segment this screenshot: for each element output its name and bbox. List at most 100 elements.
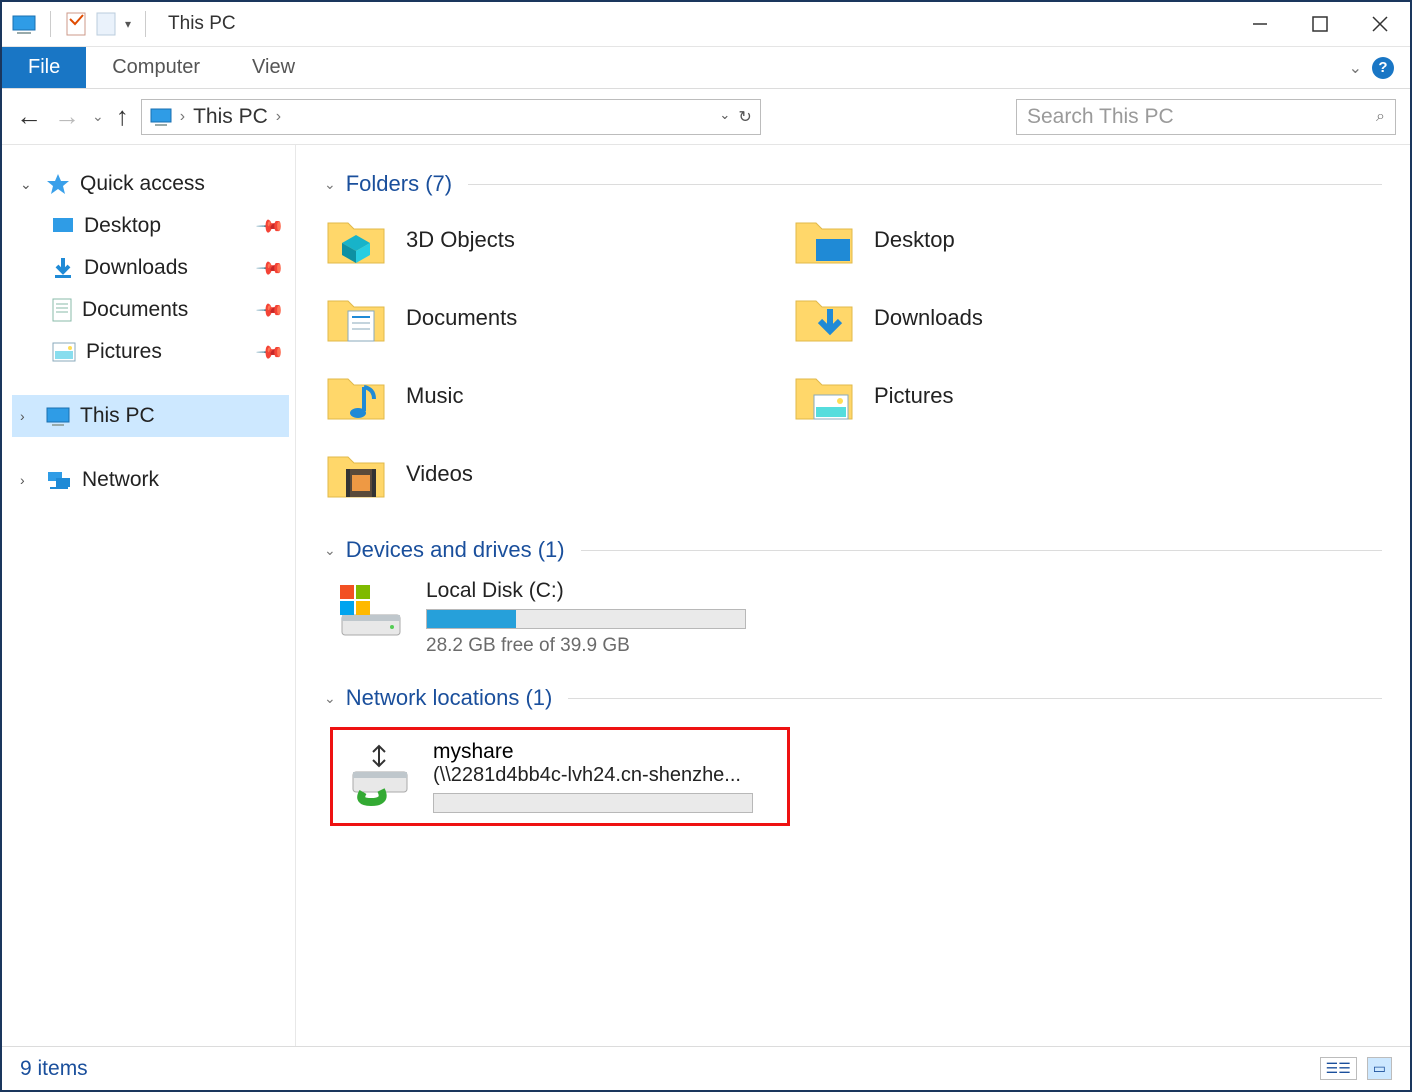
back-button[interactable]: ← [16,101,42,132]
drive-free-text: 28.2 GB free of 39.9 GB [426,635,746,657]
star-icon [46,173,70,195]
tree-downloads[interactable]: Downloads 📌 [12,247,289,289]
network-share-highlighted[interactable]: myshare (\\2281d4bb4c-lvh24.cn-shenzhe..… [330,727,790,826]
network-drive-icon [343,740,415,812]
chevron-down-icon: ⌄ [324,176,336,193]
ribbon-tab-view[interactable]: View [226,47,321,88]
folder-music[interactable]: Music [324,369,764,423]
ribbon-file-tab[interactable]: File [2,47,86,88]
nav-bar: ← → ⌄ ↑ › This PC › ⌄ ↻ ⌕ [2,89,1410,145]
tree-label: Quick access [80,172,205,196]
minimize-button[interactable] [1230,2,1290,47]
app-icon [12,13,36,35]
search-box[interactable]: ⌕ [1016,99,1396,135]
section-title: Devices and drives (1) [346,537,565,563]
tree-documents[interactable]: Documents 📌 [12,289,289,331]
folder-downloads[interactable]: Downloads [792,291,1232,345]
folder-icon [324,291,388,345]
folder-icon [324,369,388,423]
folder-pictures[interactable]: Pictures [792,369,1232,423]
tree-label: Downloads [84,256,188,280]
chevron-right-icon: › [180,108,185,126]
pin-icon: 📌 [254,295,285,326]
tree-label: This PC [80,404,155,428]
qat-newfolder-icon[interactable] [95,11,117,37]
large-icons-view-button[interactable]: ▭ [1367,1057,1392,1080]
chevron-right-icon: › [276,108,281,126]
chevron-down-icon: ⌄ [20,176,36,193]
chevron-right-icon: › [20,472,36,488]
folder-desktop[interactable]: Desktop [792,213,1232,267]
ribbon-tab-computer[interactable]: Computer [86,47,226,88]
search-input[interactable] [1027,105,1376,129]
tree-label: Documents [82,298,188,322]
drive-local-c[interactable]: Local Disk (C:) 28.2 GB free of 39.9 GB [334,579,1382,657]
chevron-right-icon: › [20,408,36,424]
folder-label: Videos [406,461,473,487]
title-bar: ▾ This PC [2,2,1410,47]
folder-label: Documents [406,305,517,331]
pin-icon: 📌 [254,337,285,368]
pin-icon: 📌 [254,211,285,242]
maximize-button[interactable] [1290,2,1350,47]
section-drives-header[interactable]: ⌄ Devices and drives (1) [324,537,1382,563]
folder-icon [792,213,856,267]
navigation-tree: ⌄ Quick access Desktop 📌 Downloads 📌 Doc… [2,145,296,1046]
tree-network[interactable]: › Network [12,459,289,501]
section-title: Folders (7) [346,171,452,197]
address-bar[interactable]: › This PC › ⌄ ↻ [141,99,761,135]
qat-properties-icon[interactable] [65,11,87,37]
folder-label: 3D Objects [406,227,515,253]
tree-desktop[interactable]: Desktop 📌 [12,205,289,247]
tree-quick-access[interactable]: ⌄ Quick access [12,163,289,205]
qat-customize-icon[interactable]: ▾ [125,17,131,31]
folder-label: Pictures [874,383,953,409]
folder-icon [792,291,856,345]
chevron-down-icon: ⌄ [324,542,336,559]
pc-icon [46,406,70,426]
pin-icon: 📌 [254,253,285,284]
help-icon[interactable]: ? [1372,57,1394,79]
forward-button[interactable]: → [54,101,80,132]
tree-this-pc[interactable]: › This PC [12,395,289,437]
search-icon[interactable]: ⌕ [1376,108,1385,126]
drive-icon [334,579,406,643]
share-capacity-bar [433,793,753,813]
ribbon-expand-icon[interactable]: ⌄ [1349,58,1362,78]
document-icon [52,298,72,322]
separator [145,11,146,37]
drive-label: Local Disk (C:) [426,579,746,603]
share-name: myshare [433,740,753,764]
breadcrumb[interactable]: This PC [193,105,268,129]
folder-label: Downloads [874,305,983,331]
section-title: Network locations (1) [346,685,553,711]
details-view-button[interactable]: ☰☰ [1320,1057,1357,1080]
folder-label: Music [406,383,463,409]
separator [50,11,51,37]
status-bar: 9 items ☰☰ ▭ [2,1046,1410,1090]
folder-icon [324,213,388,267]
pc-icon [150,107,172,127]
share-path: (\\2281d4bb4c-lvh24.cn-shenzhe... [433,764,753,787]
item-count: 9 items [20,1057,88,1081]
content-pane: ⌄ Folders (7) 3D Objects Desktop Documen… [296,145,1410,1046]
tree-label: Desktop [84,214,161,238]
pictures-icon [52,342,76,362]
section-folders-header[interactable]: ⌄ Folders (7) [324,171,1382,197]
network-icon [46,469,72,491]
desktop-icon [52,217,74,235]
folder-documents[interactable]: Documents [324,291,764,345]
close-button[interactable] [1350,2,1410,47]
section-network-header[interactable]: ⌄ Network locations (1) [324,685,1382,711]
download-icon [52,257,74,279]
up-button[interactable]: ↑ [116,101,129,132]
folder-3d-objects[interactable]: 3D Objects [324,213,764,267]
address-dropdown-icon[interactable]: ⌄ [719,107,730,127]
folder-icon [792,369,856,423]
refresh-button[interactable]: ↻ [738,107,751,127]
tree-pictures[interactable]: Pictures 📌 [12,331,289,373]
drive-capacity-bar [426,609,746,629]
recent-locations-button[interactable]: ⌄ [92,108,104,125]
chevron-down-icon: ⌄ [324,690,336,707]
folder-videos[interactable]: Videos [324,447,764,501]
